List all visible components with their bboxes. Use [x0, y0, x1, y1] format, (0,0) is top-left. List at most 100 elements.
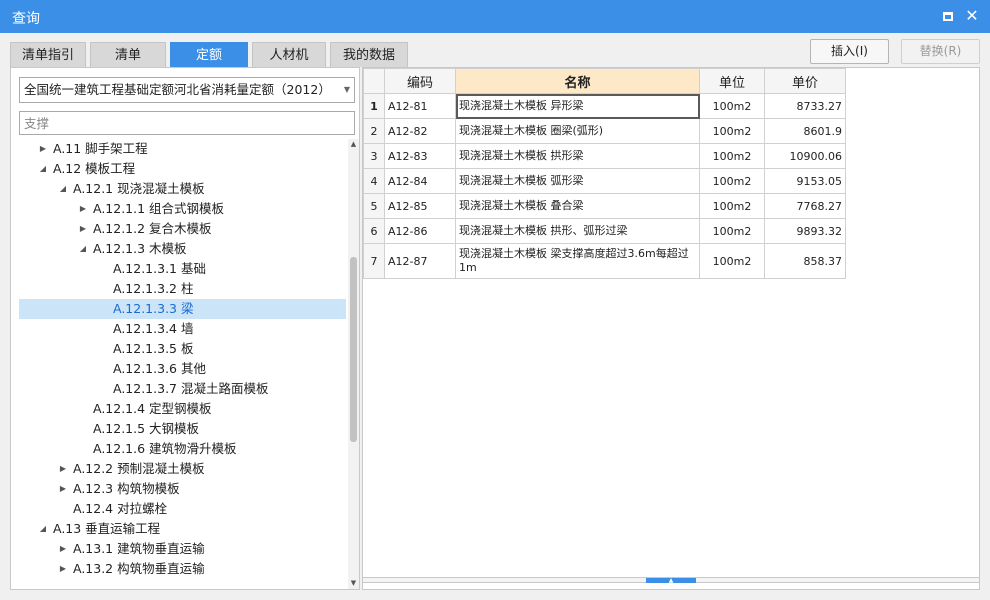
tree-item[interactable]: A.12.1.5 大钢模板 — [19, 419, 346, 439]
unit-cell[interactable]: 100m2 — [699, 218, 765, 244]
name-cell[interactable]: 现浇混凝土木模板 拱形、弧形过梁 — [455, 218, 700, 244]
code-cell[interactable]: A12-85 — [384, 193, 456, 219]
tab-labor-material-machine[interactable]: 人材机 — [252, 42, 326, 67]
caret-right-icon[interactable]: ▶ — [57, 539, 69, 559]
tree-item[interactable]: ▶ A.12.1.1 组合式钢模板 — [19, 199, 346, 219]
tree-item[interactable]: ▶ A.11 脚手架工程 — [19, 139, 346, 159]
caret-down-icon[interactable]: ◢ — [77, 239, 89, 259]
tree-item[interactable]: ▶ A.13.2 构筑物垂直运输 — [19, 559, 346, 579]
unit-cell[interactable]: 100m2 — [699, 93, 765, 119]
table-row[interactable]: 1 A12-81 现浇混凝土木模板 异形梁 100m2 8733.27 — [363, 93, 846, 119]
price-cell[interactable]: 8601.9 — [764, 118, 846, 144]
price-cell[interactable]: 858.37 — [764, 243, 846, 279]
caret-right-icon[interactable]: ▶ — [77, 199, 89, 219]
table-row[interactable]: 6 A12-86 现浇混凝土木模板 拱形、弧形过梁 100m2 9893.32 — [363, 218, 846, 244]
column-header-name[interactable]: 名称 — [455, 68, 700, 94]
code-cell[interactable]: A12-83 — [384, 143, 456, 169]
tree-item[interactable]: ▶ A.12.2 预制混凝土模板 — [19, 459, 346, 479]
name-cell[interactable]: 现浇混凝土木模板 弧形梁 — [455, 168, 700, 194]
table-row[interactable]: 3 A12-83 现浇混凝土木模板 拱形梁 100m2 10900.06 — [363, 143, 846, 169]
price-cell[interactable]: 9153.05 — [764, 168, 846, 194]
column-header-unit[interactable]: 单位 — [699, 68, 765, 94]
unit-cell[interactable]: 100m2 — [699, 143, 765, 169]
caret-right-icon[interactable]: ▶ — [57, 479, 69, 499]
dropdown-arrow-icon: ▼ — [343, 85, 350, 94]
tree-item[interactable]: A.12.4 对拉螺栓 — [19, 499, 346, 519]
price-cell[interactable]: 8733.27 — [764, 93, 846, 119]
tree-item[interactable]: ▶ A.13.1 建筑物垂直运输 — [19, 539, 346, 559]
tree-item[interactable]: ▶ A.12.3 构筑物模板 — [19, 479, 346, 499]
tree-item[interactable]: A.12.1.6 建筑物滑升模板 — [19, 439, 346, 459]
name-cell[interactable]: 现浇混凝土木模板 异形梁 — [455, 93, 700, 119]
caret-down-icon[interactable]: ◢ — [57, 179, 69, 199]
table-row[interactable]: 7 A12-87 现浇混凝土木模板 梁支撑高度超过3.6m每超过1m 100m2 858… — [363, 243, 846, 279]
tree-item[interactable]: ◢ A.12 模板工程 — [19, 159, 346, 179]
replace-button[interactable]: 替换(R) — [901, 39, 980, 64]
name-cell[interactable]: 现浇混凝土木模板 圈梁(弧形) — [455, 118, 700, 144]
code-cell[interactable]: A12-87 — [384, 243, 456, 279]
row-number[interactable]: 4 — [363, 168, 385, 194]
scroll-thumb[interactable] — [350, 257, 357, 442]
tab-my-data[interactable]: 我的数据 — [330, 42, 408, 67]
caret-right-icon[interactable]: ▶ — [37, 139, 49, 159]
column-header-code[interactable]: 编码 — [384, 68, 456, 94]
code-cell[interactable]: A12-81 — [384, 93, 456, 119]
price-cell[interactable]: 7768.27 — [764, 193, 846, 219]
price-cell[interactable]: 10900.06 — [764, 143, 846, 169]
unit-cell[interactable]: 100m2 — [699, 118, 765, 144]
code-cell[interactable]: A12-84 — [384, 168, 456, 194]
search-input[interactable] — [19, 111, 355, 135]
tree-item-label: A.12.4 对拉螺栓 — [73, 501, 168, 516]
tree-item[interactable]: A.12.1.3.1 基础 — [19, 259, 346, 279]
scroll-up-icon[interactable]: ▲ — [348, 139, 359, 150]
splitter-collapse-icon[interactable]: ▲ — [646, 578, 696, 584]
tree-item[interactable]: ◢ A.12.1.3 木模板 — [19, 239, 346, 259]
insert-button[interactable]: 插入(I) — [810, 39, 889, 64]
table-row[interactable]: 4 A12-84 现浇混凝土木模板 弧形梁 100m2 9153.05 — [363, 168, 846, 194]
unit-cell[interactable]: 100m2 — [699, 193, 765, 219]
code-cell[interactable]: A12-82 — [384, 118, 456, 144]
name-cell[interactable]: 现浇混凝土木模板 叠合梁 — [455, 193, 700, 219]
row-number[interactable]: 7 — [363, 243, 385, 279]
caret-down-icon[interactable]: ◢ — [37, 159, 49, 179]
quota-library-dropdown[interactable]: 全国统一建筑工程基础定额河北省消耗量定额（2012） ▼ — [19, 77, 355, 103]
close-button[interactable]: ✕ — [962, 6, 982, 26]
name-cell[interactable]: 现浇混凝土木模板 拱形梁 — [455, 143, 700, 169]
code-cell[interactable]: A12-86 — [384, 218, 456, 244]
unit-cell[interactable]: 100m2 — [699, 168, 765, 194]
caret-right-icon[interactable]: ▶ — [77, 219, 89, 239]
tab-bill[interactable]: 清单 — [90, 42, 166, 67]
panel-splitter[interactable]: ▲ — [363, 577, 979, 584]
row-number[interactable]: 3 — [363, 143, 385, 169]
caret-down-icon[interactable]: ◢ — [37, 519, 49, 539]
unit-cell[interactable]: 100m2 — [699, 243, 765, 279]
name-cell[interactable]: 现浇混凝土木模板 梁支撑高度超过3.6m每超过1m — [455, 243, 700, 279]
tree-item[interactable]: A.12.1.3.5 板 — [19, 339, 346, 359]
tree-item[interactable]: A.12.1.4 定型钢模板 — [19, 399, 346, 419]
row-number[interactable]: 1 — [363, 93, 385, 119]
tree-item[interactable]: A.12.1.3.2 柱 — [19, 279, 346, 299]
tree-item[interactable]: A.12.1.3.4 墙 — [19, 319, 346, 339]
tree-scrollbar[interactable]: ▲ ▼ — [348, 139, 359, 589]
tab-quota[interactable]: 定额 — [170, 42, 248, 67]
price-cell[interactable]: 9893.32 — [764, 218, 846, 244]
tree-item[interactable]: ◢ A.12.1 现浇混凝土模板 — [19, 179, 346, 199]
table-row[interactable]: 2 A12-82 现浇混凝土木模板 圈梁(弧形) 100m2 8601.9 — [363, 118, 846, 144]
tree-item-label: A.13.2 构筑物垂直运输 — [73, 561, 205, 576]
table-row[interactable]: 5 A12-85 现浇混凝土木模板 叠合梁 100m2 7768.27 — [363, 193, 846, 219]
tree-item-label: A.12.2 预制混凝土模板 — [73, 461, 205, 476]
tree-item[interactable]: A.12.1.3.6 其他 — [19, 359, 346, 379]
tree-item[interactable]: ▶ A.12.1.2 复合木模板 — [19, 219, 346, 239]
caret-right-icon[interactable]: ▶ — [57, 459, 69, 479]
maximize-button[interactable] — [938, 6, 958, 26]
tree-item[interactable]: ◢ A.13 垂直运输工程 — [19, 519, 346, 539]
tree-item[interactable]: A.12.1.3.7 混凝土路面模板 — [19, 379, 346, 399]
row-number[interactable]: 6 — [363, 218, 385, 244]
tab-bill-guide[interactable]: 清单指引 — [10, 42, 86, 67]
caret-right-icon[interactable]: ▶ — [57, 559, 69, 579]
tree-item[interactable]: A.12.1.3.3 梁 — [19, 299, 346, 319]
row-number[interactable]: 2 — [363, 118, 385, 144]
column-header-price[interactable]: 单价 — [764, 68, 846, 94]
row-number[interactable]: 5 — [363, 193, 385, 219]
scroll-down-icon[interactable]: ▼ — [348, 578, 359, 589]
